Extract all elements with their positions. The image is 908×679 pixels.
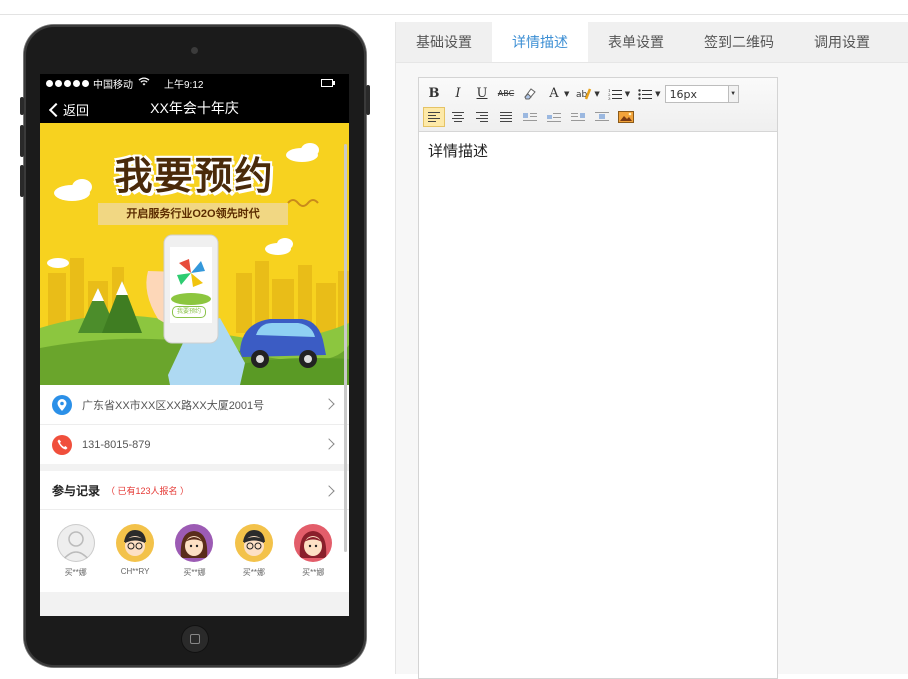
attendee-item: 买**娜 bbox=[288, 524, 338, 592]
attendee-name: 买**娜 bbox=[242, 568, 265, 577]
image-inline-icon[interactable] bbox=[543, 107, 565, 127]
phone-preview: 中国移动 上午9:12 返回 XX年会十年庆 我要预约 开启服务行业O2O领先时… bbox=[20, 25, 370, 667]
records-title: 参与记录 bbox=[52, 483, 101, 498]
camera-icon bbox=[191, 47, 198, 54]
align-justify-icon[interactable] bbox=[495, 107, 517, 127]
event-banner: 我要预约 开启服务行业O2O领先时代 我要预约 bbox=[40, 123, 349, 385]
avatar bbox=[175, 524, 214, 562]
attendee-item: 买**娜 bbox=[169, 524, 219, 592]
align-center-icon[interactable] bbox=[447, 107, 469, 127]
phone-icon bbox=[52, 434, 72, 455]
attendee-name: 买**娜 bbox=[64, 568, 87, 577]
banner-book-button: 我要预约 bbox=[172, 306, 206, 318]
tab-embed-settings[interactable]: 调用设置 bbox=[794, 22, 890, 62]
underline-button[interactable]: U bbox=[471, 84, 493, 104]
editor-toolbar: B I U ABC A ▼ ab ▼ 123 ▼ ▼ 16px ▼ bbox=[419, 78, 777, 132]
settings-tabs: 基础设置 详情描述 表单设置 签到二维码 调用设置 bbox=[396, 22, 908, 63]
editor-content[interactable]: 详情描述 bbox=[419, 132, 777, 169]
signal-icon bbox=[46, 79, 89, 87]
screen-scrollbar[interactable] bbox=[344, 144, 347, 552]
rich-text-editor: B I U ABC A ▼ ab ▼ 123 ▼ ▼ 16px ▼ 详情描述 bbox=[418, 77, 778, 679]
image-float-left-icon[interactable] bbox=[519, 107, 541, 127]
banner-title: 我要预约 bbox=[114, 154, 275, 198]
avatar bbox=[294, 524, 333, 562]
battery-icon bbox=[321, 79, 335, 87]
align-right-icon[interactable] bbox=[471, 107, 493, 127]
svg-text:3: 3 bbox=[608, 96, 611, 100]
bold-button[interactable]: B bbox=[423, 84, 445, 104]
strikethrough-button[interactable]: ABC bbox=[495, 84, 517, 104]
phone-row[interactable]: 131-8015-879 bbox=[40, 425, 349, 464]
tab-checkin-qrcode[interactable]: 签到二维码 bbox=[684, 22, 794, 62]
mute-switch bbox=[20, 97, 24, 115]
volume-up-button bbox=[20, 125, 24, 157]
banner-subtitle: 开启服务行业O2O领先时代 bbox=[98, 203, 288, 225]
insert-image-icon[interactable] bbox=[615, 107, 637, 127]
chevron-right-icon bbox=[323, 485, 335, 497]
attendee-item: CH**RY bbox=[110, 524, 160, 592]
tab-form-settings[interactable]: 表单设置 bbox=[588, 22, 684, 62]
records-count: （ 已有123人报名 ） bbox=[106, 485, 190, 496]
align-left-icon[interactable] bbox=[423, 106, 445, 127]
image-center-icon[interactable] bbox=[591, 107, 613, 127]
image-float-right-icon[interactable] bbox=[567, 107, 589, 127]
nav-bar: 返回 XX年会十年庆 bbox=[40, 92, 349, 123]
chevron-right-icon bbox=[323, 438, 335, 450]
settings-panel: 基础设置 详情描述 表单设置 签到二维码 调用设置 B I U ABC A ▼ … bbox=[395, 22, 908, 679]
phone-screen: 中国移动 上午9:12 返回 XX年会十年庆 我要预约 开启服务行业O2O领先时… bbox=[40, 74, 349, 616]
chevron-down-icon[interactable]: ▼ bbox=[728, 84, 739, 103]
page-title: XX年会十年庆 bbox=[150, 99, 239, 116]
carrier-label: 中国移动 bbox=[93, 79, 133, 91]
attendee-name: CH**RY bbox=[120, 567, 150, 576]
eraser-icon[interactable] bbox=[519, 84, 541, 104]
attendee-list: 买**娜 CH**RY 买**娜 买**娜 买**娜 bbox=[40, 510, 349, 592]
font-color-button[interactable]: A bbox=[543, 84, 565, 104]
avatar bbox=[56, 524, 95, 562]
back-label: 返回 bbox=[63, 103, 90, 118]
tab-basic-settings[interactable]: 基础设置 bbox=[396, 22, 492, 62]
top-divider bbox=[0, 14, 908, 15]
attendee-name: 买**娜 bbox=[302, 568, 325, 577]
status-bar: 中国移动 上午9:12 bbox=[40, 74, 349, 92]
italic-button[interactable]: I bbox=[447, 84, 469, 104]
phone-number: 131-8015-879 bbox=[82, 438, 151, 451]
attendee-item: 买**娜 bbox=[51, 524, 101, 592]
back-button[interactable]: 返回 bbox=[48, 100, 89, 119]
chevron-left-icon bbox=[48, 102, 64, 117]
ordered-list-icon[interactable]: 123 bbox=[604, 84, 626, 104]
attendee-name: 买**娜 bbox=[183, 568, 206, 577]
status-time: 上午9:12 bbox=[164, 79, 204, 91]
avatar bbox=[116, 524, 155, 562]
chevron-right-icon bbox=[323, 398, 335, 410]
address-row[interactable]: 广东省XX市XX区XX路XX大厦2001号 bbox=[40, 385, 349, 425]
tab-detail-description[interactable]: 详情描述 bbox=[492, 22, 588, 62]
volume-down-button bbox=[20, 165, 24, 197]
location-pin-icon bbox=[52, 394, 72, 415]
event-info-card: 广东省XX市XX区XX路XX大厦2001号 131-8015-879 bbox=[40, 385, 349, 464]
unordered-list-icon[interactable] bbox=[634, 84, 656, 104]
power-button bbox=[366, 85, 370, 115]
attendee-item: 买**娜 bbox=[229, 524, 279, 592]
address-text: 广东省XX市XX区XX路XX大厦2001号 bbox=[82, 399, 265, 412]
highlight-icon[interactable]: ab bbox=[573, 84, 595, 104]
avatar bbox=[234, 524, 273, 562]
font-size-select[interactable]: 16px bbox=[664, 84, 729, 103]
home-button bbox=[182, 626, 208, 652]
wifi-icon bbox=[138, 77, 150, 89]
records-header[interactable]: 参与记录 （ 已有123人报名 ） bbox=[40, 471, 349, 510]
